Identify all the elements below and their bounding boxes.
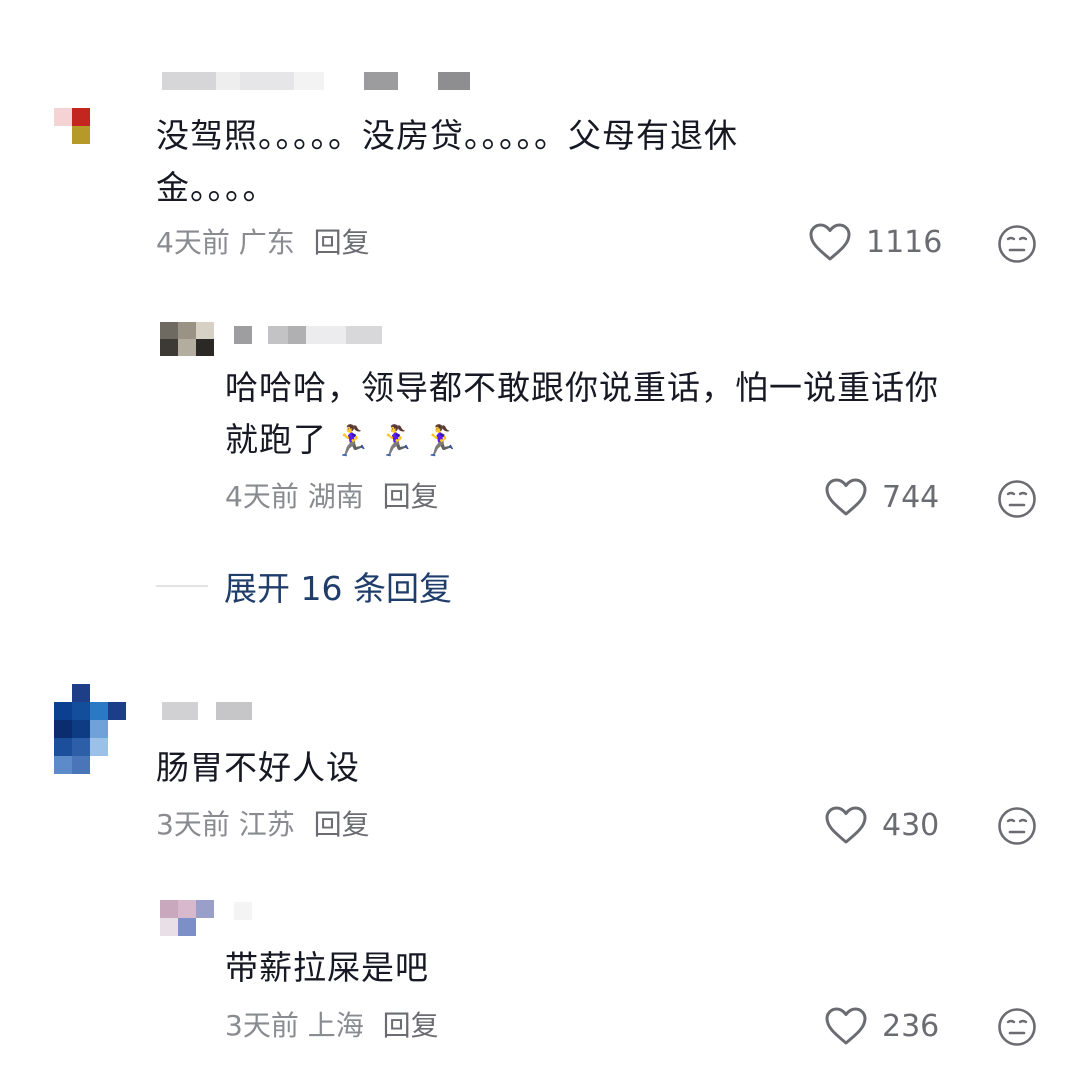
reply-button[interactable]: 回复 bbox=[314, 226, 370, 259]
like-button[interactable]: 1116 bbox=[808, 222, 942, 262]
reply-button[interactable]: 回复 bbox=[383, 480, 439, 513]
reply-text-line: 哈哈哈，领导都不敢跟你说重话，怕一说重话你 bbox=[225, 368, 939, 407]
avatar[interactable] bbox=[160, 322, 214, 356]
avatar[interactable] bbox=[54, 684, 126, 774]
username[interactable] bbox=[234, 326, 382, 344]
username[interactable] bbox=[234, 902, 272, 920]
comment-meta: 3天前 江苏 回复 bbox=[156, 808, 370, 842]
neutral-face-icon[interactable] bbox=[997, 1007, 1037, 1047]
username[interactable] bbox=[162, 72, 470, 90]
comment-text-line: 肠胃不好人设 bbox=[156, 748, 360, 787]
comment-time: 3天前 bbox=[156, 808, 230, 841]
reply-text-line: 带薪拉屎是吧 bbox=[225, 948, 429, 987]
neutral-face-icon[interactable] bbox=[997, 224, 1037, 264]
comment-meta: 4天前 广东 回复 bbox=[156, 226, 370, 260]
woman-running-emoji: 🏃‍♀️ bbox=[333, 423, 372, 459]
comment-text-line: 没驾照。。。。。没房贷。。。。。父母有退休 bbox=[156, 116, 738, 155]
reply-meta: 3天前 上海 回复 bbox=[225, 1009, 439, 1043]
like-count: 236 bbox=[882, 1008, 940, 1044]
reply-text: 带薪拉屎是吧 bbox=[225, 942, 429, 994]
heart-outline-icon bbox=[825, 478, 867, 516]
avatar[interactable] bbox=[54, 108, 90, 144]
woman-running-emoji: 🏃‍♀️ bbox=[377, 423, 416, 459]
comment-time: 4天前 bbox=[156, 226, 230, 259]
like-count: 744 bbox=[882, 479, 940, 515]
comment-text: 肠胃不好人设 bbox=[156, 742, 360, 794]
comment-location: 广东 bbox=[238, 226, 295, 259]
heart-outline-icon bbox=[825, 1007, 867, 1045]
heart-outline-icon bbox=[825, 806, 867, 844]
like-button[interactable]: 236 bbox=[824, 1006, 939, 1046]
reply-location: 上海 bbox=[307, 1009, 364, 1042]
reply-time: 3天前 bbox=[225, 1009, 299, 1042]
reply-button[interactable]: 回复 bbox=[383, 1009, 439, 1042]
neutral-face-icon[interactable] bbox=[997, 479, 1037, 519]
reply-meta: 4天前 湖南 回复 bbox=[225, 480, 439, 514]
like-button[interactable]: 430 bbox=[824, 805, 939, 845]
reply-time: 4天前 bbox=[225, 480, 299, 513]
reply-text-line: 就跑了 bbox=[225, 420, 327, 459]
divider-line bbox=[156, 585, 208, 587]
heart-outline-icon bbox=[809, 223, 851, 261]
comment-location: 江苏 bbox=[238, 808, 295, 841]
comment-text: 没驾照。。。。。没房贷。。。。。父母有退休 金。。。。 bbox=[156, 110, 738, 214]
like-count: 430 bbox=[882, 807, 940, 843]
reply-location: 湖南 bbox=[307, 480, 364, 513]
neutral-face-icon[interactable] bbox=[997, 806, 1037, 846]
expand-replies-button[interactable]: 展开 16 条回复 bbox=[156, 562, 452, 610]
avatar[interactable] bbox=[160, 900, 214, 936]
like-count: 1116 bbox=[866, 224, 943, 260]
reply-button[interactable]: 回复 bbox=[314, 808, 370, 841]
like-button[interactable]: 744 bbox=[824, 477, 939, 517]
username[interactable] bbox=[162, 702, 252, 720]
comment-text-line: 金。。。。 bbox=[156, 168, 277, 207]
reply-text: 哈哈哈，领导都不敢跟你说重话，怕一说重话你 就跑了 🏃‍♀️ 🏃‍♀️ 🏃‍♀️ bbox=[225, 362, 939, 468]
expand-replies-label: 展开 16 条回复 bbox=[224, 569, 452, 608]
woman-running-emoji: 🏃‍♀️ bbox=[421, 423, 461, 459]
